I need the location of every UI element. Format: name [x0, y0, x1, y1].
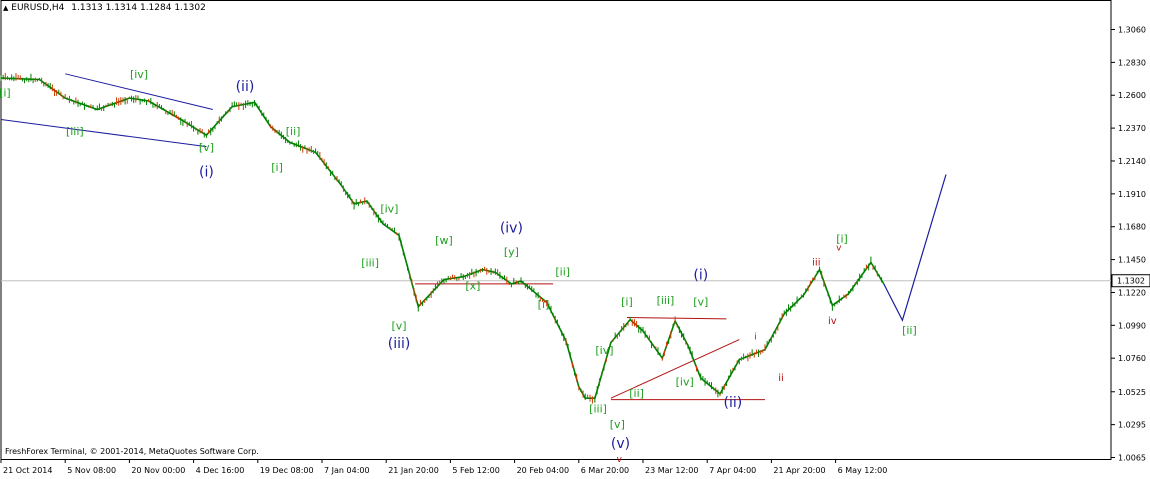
x-tick-label: 5 Feb 12:00: [452, 466, 499, 475]
x-tick-label: 23 Mar 12:00: [645, 466, 698, 475]
wave-label: [ii]: [555, 265, 570, 278]
wave-label: [iv]: [676, 375, 694, 388]
collapse-triangle-icon[interactable]: ▲: [3, 4, 8, 12]
y-tick-label: 1.2140: [1118, 157, 1146, 166]
wave-label: iii: [812, 257, 820, 268]
y-tick-label: 1.0525: [1118, 388, 1146, 397]
wave-label: (i): [693, 268, 708, 284]
wave-label: (iv): [500, 220, 523, 236]
y-tick-label: 1.1680: [1118, 223, 1146, 232]
y-tick-label: 1.0990: [1118, 321, 1146, 330]
price-chart[interactable]: [i][iii][iv][v](i)(ii)[ii][i][iv][iii][v…: [0, 0, 1150, 479]
wave-label: [w]: [435, 234, 453, 247]
y-tick-label: 1.1450: [1118, 256, 1146, 265]
chart-background: [0, 0, 1150, 479]
wave-label: [iv]: [595, 344, 613, 357]
red-wave-mark: v: [836, 243, 842, 253]
y-tick-label: 1.3060: [1118, 26, 1146, 35]
wave-label: [ii]: [629, 387, 644, 400]
wave-label: (iii): [388, 336, 411, 352]
red-wave-mark: i: [754, 333, 757, 343]
x-tick-label: 21 Apr 20:00: [773, 466, 825, 475]
y-tick-label: 1.0065: [1118, 454, 1146, 463]
x-tick-label: 5 Nov 08:00: [67, 466, 116, 475]
x-tick-label: 19 Dec 08:00: [260, 466, 314, 475]
wave-label: [v]: [199, 141, 214, 154]
y-tick-label: 1.2370: [1118, 124, 1146, 133]
y-tick-label: 1.0760: [1118, 354, 1146, 363]
wave-label: [ii]: [286, 125, 301, 138]
x-tick-label: 20 Nov 00:00: [131, 466, 185, 475]
wave-label: (v): [611, 436, 630, 452]
wave-label: (ii): [724, 395, 743, 411]
wave-label: [v]: [610, 418, 625, 431]
y-tick-label: 1.2830: [1118, 58, 1146, 67]
copyright-footer: FreshForex Terminal, © 2001-2014, MetaQu…: [5, 447, 259, 456]
x-tick-label: 7 Apr 04:00: [709, 466, 756, 475]
x-tick-label: 6 May 12:00: [838, 466, 888, 475]
red-wave-mark: v: [617, 455, 623, 465]
wave-label: ii: [778, 373, 784, 384]
wave-label: [v]: [391, 320, 406, 333]
x-tick-label: 21 Oct 2014: [3, 466, 52, 475]
wave-label: [iii]: [589, 402, 607, 415]
chart-window: [i] [iii] [iv] [v] (i) (ii) [ii] [i] [iv] [iii] [v…: [0, 0, 1150, 479]
wave-label: [y]: [504, 245, 519, 258]
y-tick-label: 1.2600: [1118, 91, 1146, 100]
current-price-label: 1.1302: [1117, 277, 1145, 286]
wave-label: iv: [828, 316, 837, 327]
wave-label: [i]: [538, 298, 550, 311]
wave-label: [i]: [271, 161, 283, 174]
chart-header: ▲ EURUSD,H4 1.1313 1.1314 1.1284 1.1302: [3, 3, 206, 13]
wave-label: [iii]: [361, 257, 379, 270]
wave-label: (i): [199, 165, 214, 181]
wave-label: [i]: [0, 87, 11, 100]
y-tick-label: 1.0295: [1118, 421, 1146, 430]
x-tick-label: 4 Dec 16:00: [196, 466, 245, 475]
x-tick-label: 20 Feb 04:00: [517, 466, 569, 475]
x-tick-label: 7 Jan 04:00: [324, 466, 370, 475]
x-tick-label: 21 Jan 20:00: [388, 466, 439, 475]
wave-label: [x]: [465, 280, 480, 293]
x-tick-label: 6 Mar 20:00: [581, 466, 629, 475]
wave-label: [iv]: [380, 202, 398, 215]
y-tick-label: 1.1220: [1118, 288, 1146, 297]
wave-label: [iii]: [657, 294, 675, 307]
wave-label: [iii]: [66, 125, 84, 138]
wave-label: [iv]: [130, 68, 148, 81]
y-tick-label: 1.1910: [1118, 190, 1146, 199]
ohlc-values: 1.1313 1.1314 1.1284 1.1302: [71, 3, 206, 13]
wave-label: [i]: [621, 295, 633, 308]
wave-label: [v]: [693, 295, 708, 308]
wave-label: (ii): [236, 79, 255, 95]
symbol-label: EURUSD,H4: [11, 3, 65, 13]
wave-label: [ii]: [902, 324, 917, 337]
